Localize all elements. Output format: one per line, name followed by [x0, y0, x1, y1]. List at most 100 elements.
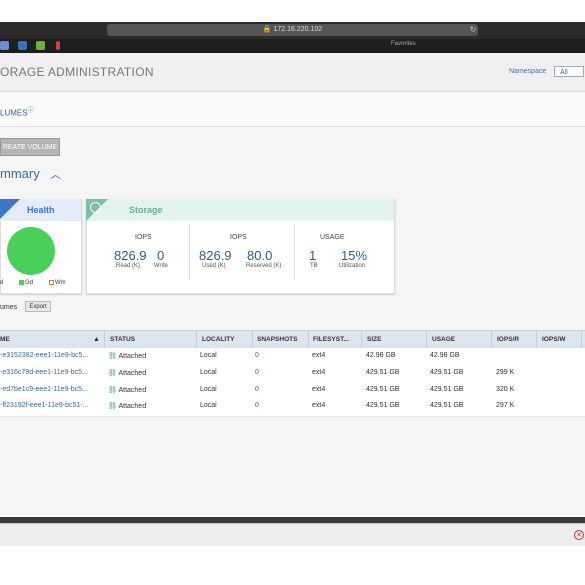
attached-icon: ⛓ — [108, 387, 117, 394]
status-cell: ⛓ Attached — [108, 370, 147, 377]
volume-name-link[interactable]: -e3152382-eee1-11e9-bc5... — [0, 352, 88, 359]
tab-favicon-icon[interactable] — [36, 41, 45, 50]
filesystem-cell: ext4 — [312, 352, 326, 359]
iops-r-cell: 320 K — [496, 386, 515, 393]
iops-read-label: Read (K) — [116, 263, 141, 269]
column-separator — [308, 330, 309, 349]
snapshots-link[interactable]: 0 — [255, 386, 259, 393]
tab-volumes[interactable]: LUMESⓘ — [0, 105, 34, 118]
status-cell: ⛓ Attached — [108, 387, 147, 394]
column-separator — [426, 330, 427, 349]
status-cell: ⛓ Attached — [108, 353, 147, 360]
iops-reserved-value: 80.0 — [247, 248, 273, 263]
close-icon[interactable]: ✕ — [574, 530, 584, 540]
column-separator — [536, 330, 537, 349]
col-header-locality[interactable]: LOCALITY — [202, 336, 235, 343]
tab-favicon-icon[interactable] — [0, 41, 9, 50]
iops-read-heading: IOPS — [135, 234, 152, 241]
volume-name-link[interactable]: -ff23192f-eee1-11e9-bc51-... — [0, 402, 88, 409]
storage-title: Storage — [129, 205, 163, 215]
health-title: Health — [27, 205, 55, 215]
iops-r-cell: 299 K — [496, 369, 515, 376]
url-text: 172.16.220.102 — [273, 26, 323, 33]
health-corner-icon — [0, 199, 20, 219]
legend-item: Wm — [49, 280, 66, 286]
filesystem-cell: ext4 — [312, 402, 326, 409]
iops-read-value: 826.9 — [114, 248, 147, 263]
column-separator — [104, 330, 105, 349]
database-icon — [90, 202, 101, 213]
tab-volumes-label: LUMES — [0, 108, 28, 118]
usage-cell: 429.51 GB — [430, 369, 464, 376]
info-icon[interactable]: ⓘ — [28, 108, 34, 114]
namespace-select[interactable]: All — [554, 66, 584, 77]
usage-tb-label: TB — [310, 263, 318, 269]
summary-title: mmary — [0, 166, 40, 181]
favorites-label: Favorites — [391, 41, 416, 47]
col-header-iops-r[interactable]: IOPS/R — [497, 336, 519, 343]
iops-reserved-label: Reserved (K) — [246, 263, 282, 269]
column-separator — [491, 330, 492, 349]
size-cell: 42.98 GB — [366, 352, 396, 359]
status-cell: ⛓ Attached — [108, 403, 147, 410]
usage-heading: USAGE — [320, 234, 345, 241]
volume-name-link[interactable]: -e316c79d-eee1-11e9-bc5... — [0, 369, 88, 376]
health-pie-chart[interactable] — [7, 227, 55, 275]
address-bar[interactable]: 🔒 172.16.220.102 — [107, 24, 478, 36]
usage-cell: 429.51 GB — [430, 386, 464, 393]
divider — [294, 224, 295, 280]
namespace-label: Namespace — [509, 68, 547, 75]
size-cell: 429.51 GB — [366, 402, 400, 409]
filesystem-cell: ext4 — [312, 369, 326, 376]
iops-used-value: 826.9 — [199, 248, 232, 263]
col-header-status[interactable]: STATUS — [110, 336, 135, 343]
snapshots-link[interactable]: 0 — [255, 352, 259, 359]
column-separator — [361, 330, 362, 349]
snapshots-link[interactable]: 0 — [255, 369, 259, 376]
iops-r-cell: 297 K — [496, 402, 515, 409]
export-button[interactable]: Export — [25, 301, 51, 312]
utilization-label: Utilization — [339, 263, 366, 269]
create-volume-button[interactable]: REATE VOLUME — [0, 138, 60, 156]
reload-icon[interactable]: ↻ — [468, 24, 478, 36]
volumes-section-label: umes — [0, 304, 18, 311]
col-header-name[interactable]: ME — [0, 336, 10, 343]
attached-icon: ⛓ — [108, 403, 117, 410]
usage-cell: 429.51 GB — [430, 402, 464, 409]
legend-item: Gd — [19, 280, 33, 286]
usage-tb-value: 1 — [309, 248, 317, 263]
iops-used-label: Used (K) — [202, 263, 226, 269]
col-header-size[interactable]: SIZE — [367, 336, 381, 343]
volume-name-link[interactable]: -ed7be1c9-eee1-11e9-bc5... — [0, 386, 88, 393]
sort-asc-icon[interactable]: ▲ — [93, 336, 100, 343]
collapse-caret-icon[interactable]: ︿ — [50, 166, 61, 182]
subheader — [0, 92, 585, 127]
filesystem-cell: ext4 — [312, 386, 326, 393]
iops-used-heading: IOPS — [230, 234, 247, 241]
size-cell: 429.51 GB — [366, 369, 400, 376]
attached-icon: ⛓ — [108, 353, 117, 360]
favorites-bar — [0, 39, 585, 53]
locality-cell: Local — [200, 369, 217, 376]
page-title: ORAGE ADMINISTRATION — [0, 65, 154, 79]
iops-write-value: 0 — [157, 248, 165, 263]
attached-icon: ⛓ — [108, 370, 117, 377]
legend-swatch — [49, 280, 54, 285]
col-header-usage[interactable]: USAGE — [432, 336, 455, 343]
column-separator — [196, 330, 197, 349]
column-separator — [252, 330, 253, 349]
column-separator — [581, 330, 582, 349]
snapshots-link[interactable]: 0 — [255, 402, 259, 409]
utilization-value: 15% — [341, 248, 368, 263]
col-header-filesystem[interactable]: FILESYST... — [313, 336, 349, 343]
legend-swatch — [19, 280, 24, 285]
locality-cell: Local — [200, 402, 217, 409]
locality-cell: Local — [200, 386, 217, 393]
tab-favicon-icon[interactable] — [56, 41, 60, 50]
tab-favicon-icon[interactable] — [18, 41, 27, 50]
divider — [189, 224, 190, 280]
usage-cell: 42.98 GB — [430, 352, 460, 359]
col-header-iops-w[interactable]: IOPS/W — [542, 336, 565, 343]
iops-write-label: Write — [154, 263, 168, 269]
col-header-snapshots[interactable]: SNAPSHOTS — [257, 336, 297, 343]
